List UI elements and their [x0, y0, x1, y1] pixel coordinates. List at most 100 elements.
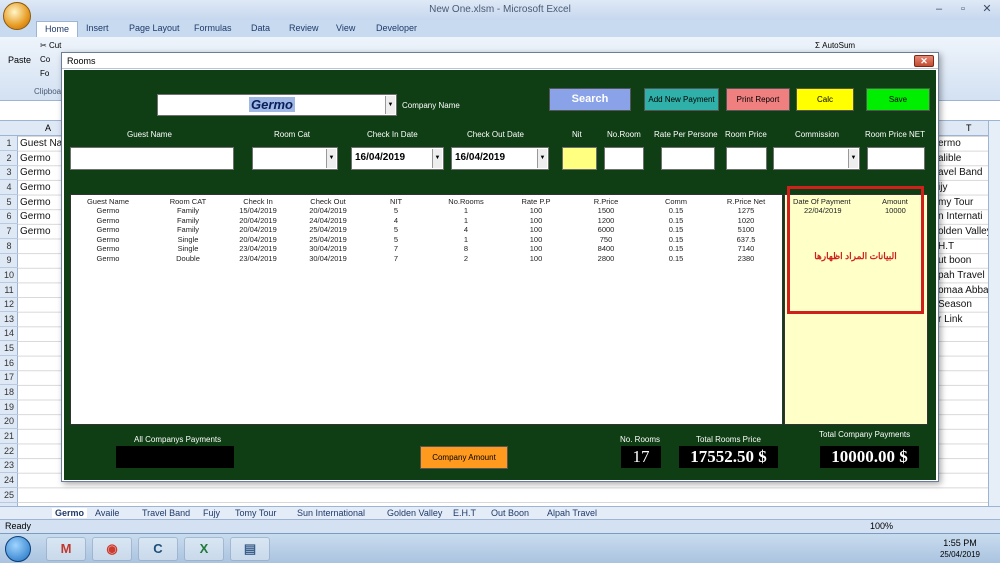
calc-button[interactable]: Calc [796, 88, 854, 111]
cut-button[interactable]: ✂ Cut [40, 41, 61, 50]
app-c-icon[interactable]: C [138, 537, 178, 561]
office-button[interactable] [3, 2, 31, 30]
close-window-button[interactable]: ✕ [976, 2, 998, 16]
row-header[interactable]: 13 [0, 312, 18, 327]
maximize-button[interactable]: ▫ [952, 2, 974, 16]
row-header[interactable]: 14 [0, 326, 18, 342]
cell-t[interactable]: olden Valley [938, 226, 992, 237]
copy-button[interactable]: Co [40, 55, 50, 64]
row-header[interactable]: 10 [0, 268, 18, 283]
check-out-picker[interactable]: 16/04/2019 ▼ [451, 147, 549, 170]
tab-view[interactable]: View [336, 23, 355, 33]
cell-a[interactable]: Germo [20, 197, 51, 208]
autosum-button[interactable]: Σ AutoSum [815, 41, 855, 50]
dialog-close-button[interactable]: ✕ [914, 55, 934, 67]
sheet-tab[interactable]: Sun International [297, 508, 365, 518]
tab-review[interactable]: Review [289, 23, 319, 33]
row-header[interactable]: 22 [0, 444, 18, 459]
cell-t[interactable]: omaa Abbas [938, 285, 994, 296]
commission-combo[interactable]: ▼ [773, 147, 860, 170]
cell-t[interactable]: ermo [938, 138, 961, 149]
chevron-down-icon[interactable]: ▼ [326, 149, 336, 168]
chevron-down-icon[interactable]: ▼ [537, 149, 547, 168]
gmail-icon[interactable]: M [46, 537, 86, 561]
minimize-button[interactable]: – [928, 2, 950, 16]
row-header[interactable]: 16 [0, 356, 18, 371]
cell-t[interactable]: my Tour [938, 197, 973, 208]
zoom-level[interactable]: 100% [870, 521, 893, 531]
chrome-icon[interactable]: ◉ [92, 537, 132, 561]
check-in-picker[interactable]: 16/04/2019 ▼ [351, 147, 444, 170]
nit-input[interactable] [562, 147, 597, 170]
row-header[interactable]: 5 [0, 195, 18, 210]
sheet-tab[interactable]: Tomy Tour [235, 508, 276, 518]
search-button[interactable]: Search [549, 88, 631, 111]
tab-home[interactable]: Home [36, 21, 79, 37]
save-button[interactable]: Save [866, 88, 930, 111]
row-header[interactable]: 3 [0, 165, 18, 181]
tab-data[interactable]: Data [251, 23, 270, 33]
sheet-tab[interactable]: Golden Valley [387, 508, 442, 518]
row-header[interactable]: 18 [0, 385, 18, 401]
row-header[interactable]: 21 [0, 429, 18, 444]
room-cat-combo[interactable]: ▼ [252, 147, 338, 170]
add-payment-button[interactable]: Add New Payment [644, 88, 719, 111]
tab-developer[interactable]: Developer [376, 23, 417, 33]
format-painter-button[interactable]: Fo [40, 69, 49, 78]
row-header[interactable]: 7 [0, 224, 18, 239]
row-header[interactable]: 11 [0, 283, 18, 298]
sheet-tab[interactable]: Alpah Travel [547, 508, 597, 518]
cell-a[interactable]: Germo [20, 226, 51, 237]
tab-page-layout[interactable]: Page Layout [129, 23, 180, 33]
chevron-down-icon[interactable]: ▼ [385, 96, 395, 114]
row-header[interactable]: 24 [0, 473, 18, 488]
row-header[interactable]: 17 [0, 370, 18, 386]
rate-input[interactable] [661, 147, 715, 170]
cell-t[interactable]: H.T [938, 241, 954, 252]
cell-t[interactable]: Season [938, 299, 972, 310]
cell-t[interactable]: pah Travel [938, 270, 985, 281]
cell-a[interactable]: Germo [20, 211, 51, 222]
sheet-tab[interactable]: Fujy [203, 508, 220, 518]
room-price-input[interactable] [726, 147, 767, 170]
company-amount-button[interactable]: Company Amount [420, 446, 508, 469]
column-header-a[interactable]: A [45, 123, 51, 133]
row-header[interactable]: 20 [0, 414, 18, 430]
row-header[interactable]: 1 [0, 136, 18, 151]
cell-t[interactable]: r Link [938, 314, 962, 325]
tab-insert[interactable]: Insert [86, 23, 109, 33]
row-header[interactable]: 12 [0, 297, 18, 313]
column-header-t[interactable]: T [966, 123, 972, 133]
row-header[interactable]: 6 [0, 209, 18, 225]
sheet-tab[interactable]: Germo [52, 508, 88, 518]
vertical-scrollbar[interactable] [988, 121, 1000, 506]
sheet-tab[interactable]: Availe [95, 508, 119, 518]
cell-t[interactable]: ijy [938, 182, 947, 193]
row-header[interactable]: 25 [0, 488, 18, 503]
guest-name-input[interactable] [70, 147, 234, 170]
cell-t[interactable]: alible [938, 153, 961, 164]
row-header[interactable]: 9 [0, 253, 18, 269]
cell-a[interactable]: Guest Na [20, 138, 62, 149]
sheet-tab[interactable]: Travel Band [142, 508, 190, 518]
row-header[interactable]: 23 [0, 458, 18, 474]
sheet-tab[interactable]: E.H.T [453, 508, 476, 518]
cell-a[interactable]: Germo [20, 153, 51, 164]
window-app-icon[interactable]: ▤ [230, 537, 270, 561]
excel-icon[interactable]: X [184, 537, 224, 561]
bookings-list[interactable]: Guest Name Room CAT Check In Check Out NIT No… [70, 194, 783, 425]
cell-t[interactable]: n Internati [938, 211, 982, 222]
price-net-input[interactable] [867, 147, 925, 170]
cell-a[interactable]: Germo [20, 167, 51, 178]
cell-t[interactable]: ut boon [938, 255, 971, 266]
row-header[interactable]: 15 [0, 341, 18, 357]
paste-button[interactable]: Paste [8, 55, 31, 65]
cell-t[interactable]: avel Band [938, 167, 982, 178]
row-header[interactable]: 2 [0, 151, 18, 166]
tab-formulas[interactable]: Formulas [194, 23, 232, 33]
sheet-tab[interactable]: Out Boon [491, 508, 529, 518]
row-header[interactable]: 19 [0, 400, 18, 415]
start-button[interactable] [5, 536, 31, 562]
chevron-down-icon[interactable]: ▼ [432, 149, 442, 168]
row-header[interactable]: 4 [0, 180, 18, 195]
